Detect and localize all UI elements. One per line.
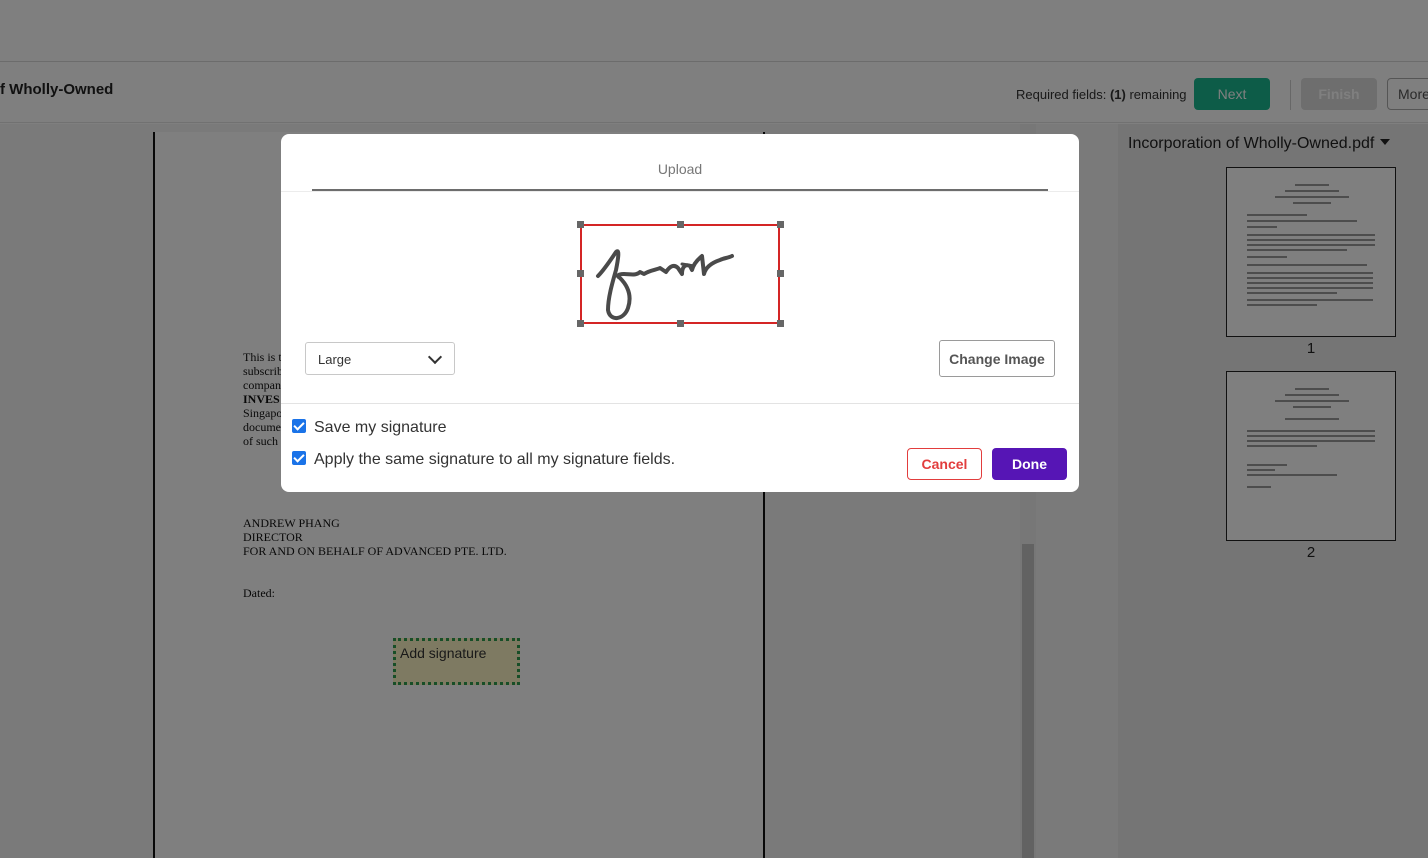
tab-divider <box>281 191 1079 192</box>
resize-handle-top-left[interactable] <box>577 221 584 228</box>
resize-handle-top-right[interactable] <box>777 221 784 228</box>
apply-all-label: Apply the same signature to all my signa… <box>314 451 676 468</box>
tab-upload[interactable]: Upload <box>312 134 1048 191</box>
resize-handle-right[interactable] <box>777 270 784 277</box>
apply-all-checkbox[interactable] <box>292 451 306 465</box>
signature-size-select[interactable]: Large <box>305 342 455 375</box>
resize-handle-bottom[interactable] <box>677 320 684 327</box>
resize-handle-left[interactable] <box>577 270 584 277</box>
resize-handle-bottom-left[interactable] <box>577 320 584 327</box>
done-button[interactable]: Done <box>992 448 1067 480</box>
footer-divider <box>281 403 1079 404</box>
resize-handle-bottom-right[interactable] <box>777 320 784 327</box>
size-select-value: Large <box>318 352 352 367</box>
save-signature-checkbox[interactable] <box>292 419 306 433</box>
save-signature-label: Save my signature <box>314 419 447 436</box>
cancel-button[interactable]: Cancel <box>907 448 982 480</box>
apply-all-option[interactable]: Apply the same signature to all my signa… <box>292 451 675 469</box>
change-image-button[interactable]: Change Image <box>939 340 1055 377</box>
resize-handle-top[interactable] <box>677 221 684 228</box>
signature-image <box>596 249 734 320</box>
save-signature-option[interactable]: Save my signature <box>292 419 447 437</box>
chevron-down-icon <box>427 349 443 365</box>
signature-dialog: Upload Large Change Image Save my signat… <box>281 134 1079 492</box>
signature-image-crop-box[interactable] <box>580 224 780 324</box>
